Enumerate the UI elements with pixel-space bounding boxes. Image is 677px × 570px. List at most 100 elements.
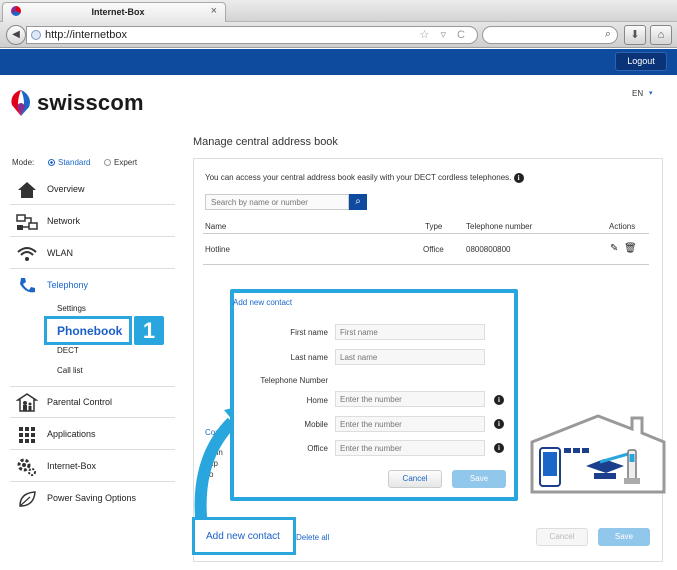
step-1-badge: 1 <box>134 316 164 345</box>
form-save-button[interactable]: Save <box>452 470 506 488</box>
url-text: http://internetbox <box>45 29 127 41</box>
sidebar-item-applications[interactable]: Applications <box>10 419 175 450</box>
last-name-field[interactable] <box>335 349 485 365</box>
info-description: You can access your central address book… <box>205 173 512 182</box>
sidebar-item-wlan[interactable]: WLAN <box>10 238 175 269</box>
swisscom-favicon-icon <box>11 6 21 16</box>
network-icon <box>16 214 38 230</box>
sidebar-item-label: Overview <box>47 184 85 194</box>
sidebar-item-internet-box[interactable]: Internet-Box <box>10 451 175 482</box>
phonebook-label: Phonebook <box>57 324 123 338</box>
first-name-field[interactable] <box>335 324 485 340</box>
table-cell-name: Hotline <box>205 245 230 254</box>
sidebar-item-parental-control[interactable]: Parental Control <box>10 387 175 418</box>
url-bar[interactable]: http://internetbox ☆ ▿ C <box>26 26 478 44</box>
contact-search-field[interactable] <box>205 194 349 210</box>
applications-icon <box>19 427 35 443</box>
form-cancel-button[interactable]: Cancel <box>388 470 442 488</box>
search-icon: ⌕ <box>604 28 611 40</box>
mode-standard-radio[interactable]: Standard <box>48 158 90 167</box>
page-title: Manage central address book <box>193 136 338 148</box>
last-name-label: Last name <box>290 353 328 362</box>
language-selector[interactable]: EN <box>632 89 643 98</box>
table-cell-number: 0800800800 <box>466 245 511 254</box>
swisscom-logo-icon <box>11 90 31 116</box>
search-input[interactable] <box>206 195 348 209</box>
form-title: Add new contact <box>233 298 293 307</box>
save-button[interactable]: Save <box>598 528 650 546</box>
back-button[interactable]: ◀ <box>6 25 26 45</box>
browser-toolbar: ◀ http://internetbox ☆ ▿ C ⌕ ⬇ ⌂ <box>0 22 677 48</box>
mode-expert-radio[interactable]: Expert <box>104 158 137 167</box>
sidebar-subitem-call-list[interactable]: Call list <box>57 366 83 375</box>
office-number-input[interactable] <box>336 441 484 455</box>
office-label: Office <box>307 444 328 453</box>
mobile-info-icon[interactable]: i <box>494 419 504 429</box>
browser-titlebar: Internet-Box × <box>0 0 677 22</box>
first-name-label: First name <box>290 328 328 337</box>
wifi-icon <box>17 247 37 261</box>
gear-icon <box>17 458 36 476</box>
search-button[interactable]: ⌕ <box>349 194 367 210</box>
info-text: You can access your central address book… <box>205 173 524 183</box>
bookmark-reload-icons[interactable]: ☆ ▿ C <box>420 28 469 41</box>
sidebar-subitem-dect[interactable]: DECT <box>57 346 79 355</box>
top-header-bar: Logout <box>0 49 677 75</box>
sidebar-subitem-phonebook[interactable]: Phonebook <box>44 316 132 345</box>
add-new-contact-button[interactable]: Add new contact <box>192 517 296 555</box>
office-number-field[interactable] <box>335 440 485 456</box>
office-info-icon[interactable]: i <box>494 443 504 453</box>
home-info-icon[interactable]: i <box>494 395 504 405</box>
mode-standard-label: Standard <box>58 158 91 167</box>
browser-tab[interactable]: Internet-Box × <box>2 2 226 22</box>
sidebar-item-overview[interactable]: Overview <box>10 174 175 205</box>
home-number-input[interactable] <box>336 392 484 406</box>
logout-button[interactable]: Logout <box>615 52 667 71</box>
column-header-actions: Actions <box>609 222 636 231</box>
leaf-icon <box>19 491 36 507</box>
delete-all-button[interactable]: Delete all <box>296 533 329 542</box>
radio-checked-icon <box>48 159 55 166</box>
brand-name: swisscom <box>37 90 144 115</box>
sidebar-item-label: Power Saving Options <box>47 493 137 503</box>
info-icon[interactable]: i <box>513 173 524 183</box>
browser-search-bar[interactable]: ⌕ <box>482 26 618 44</box>
sidebar-item-label: Internet-Box <box>47 461 97 471</box>
sidebar-item-label: Network <box>47 216 81 226</box>
table-row-divider <box>203 264 649 265</box>
column-header-name: Name <box>205 222 227 231</box>
mode-label: Mode: <box>12 158 35 167</box>
last-name-input[interactable] <box>336 350 484 364</box>
sidebar-subitem-settings[interactable]: Settings <box>57 304 86 313</box>
download-button[interactable]: ⬇ <box>624 25 646 45</box>
tab-close-icon[interactable]: × <box>211 5 217 17</box>
house-icon <box>18 182 36 198</box>
column-header-telephone: Telephone number <box>466 222 533 231</box>
cancel-button[interactable]: Cancel <box>536 528 588 546</box>
radio-unchecked-icon <box>104 159 111 166</box>
table-cell-type: Office <box>423 245 444 254</box>
parental-control-icon <box>16 393 38 412</box>
first-name-input[interactable] <box>336 325 484 339</box>
mode-expert-label: Expert <box>114 158 138 167</box>
pencil-icon[interactable]: ✎ <box>610 243 618 254</box>
home-number-field[interactable] <box>335 391 485 407</box>
mobile-label: Mobile <box>304 420 328 429</box>
dect-house-illustration <box>530 414 666 494</box>
sidebar-item-label: WLAN <box>47 248 74 258</box>
phone-icon <box>20 278 35 293</box>
sidebar-item-label: Applications <box>47 429 96 439</box>
add-new-contact-label: Add new contact <box>206 531 280 542</box>
mobile-number-input[interactable] <box>336 417 484 431</box>
sidebar-item-label: Parental Control <box>47 397 113 407</box>
home-label: Home <box>306 396 328 405</box>
chevron-down-icon[interactable]: ▾ <box>649 89 653 97</box>
table-header-divider <box>203 233 649 234</box>
telephone-heading: Telephone Number <box>260 376 328 385</box>
mobile-number-field[interactable] <box>335 416 485 432</box>
column-header-type: Type <box>425 222 443 231</box>
sidebar-item-power-saving[interactable]: Power Saving Options <box>10 483 175 514</box>
sidebar-item-network[interactable]: Network <box>10 206 175 237</box>
home-button[interactable]: ⌂ <box>650 25 672 45</box>
trash-icon[interactable]: 🗑 <box>624 243 637 254</box>
